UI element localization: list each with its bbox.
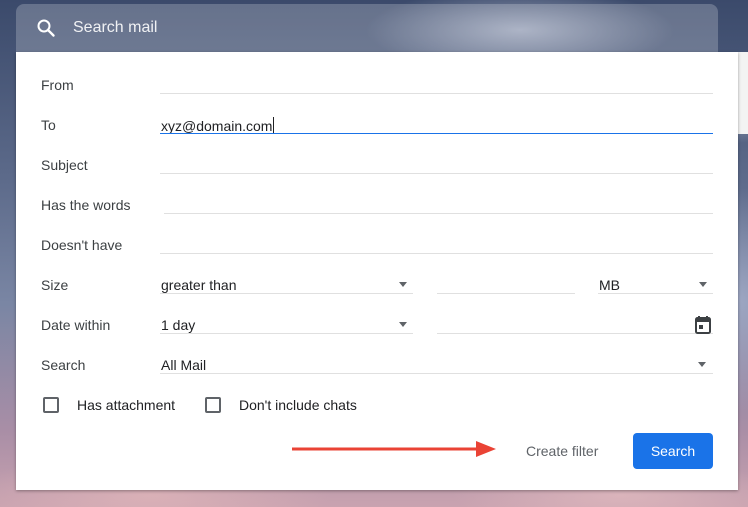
search-bar[interactable]: Search mail bbox=[16, 4, 718, 52]
arrow-annotation-icon bbox=[292, 441, 496, 457]
exclude-chats-label[interactable]: Don't include chats bbox=[239, 397, 357, 413]
date-field[interactable] bbox=[437, 333, 713, 334]
doesnt-have-label: Doesn't have bbox=[41, 237, 123, 253]
search-in-label: Search bbox=[41, 357, 86, 373]
search-icon[interactable] bbox=[36, 18, 56, 38]
size-label: Size bbox=[41, 277, 69, 293]
dropdown-arrow-icon[interactable] bbox=[698, 362, 706, 367]
subject-field[interactable] bbox=[160, 173, 713, 174]
create-filter-button[interactable]: Create filter bbox=[526, 443, 598, 459]
search-input[interactable]: Search mail bbox=[73, 19, 157, 37]
doesnt-have-field[interactable] bbox=[160, 253, 713, 254]
has-words-label: Has the words bbox=[41, 197, 131, 213]
dropdown-arrow-icon[interactable] bbox=[699, 282, 707, 287]
to-label: To bbox=[41, 117, 56, 133]
from-field[interactable] bbox=[160, 93, 713, 94]
dropdown-arrow-icon[interactable] bbox=[399, 282, 407, 287]
subject-label: Subject bbox=[41, 157, 88, 173]
size-operator-select[interactable]: greater than bbox=[161, 277, 237, 293]
size-unit-select[interactable]: MB bbox=[599, 277, 620, 293]
has-attachment-checkbox[interactable] bbox=[43, 397, 59, 413]
advanced-search-panel: From To xyz@domain.com Subject Has the w… bbox=[16, 52, 738, 490]
search-in-select[interactable]: All Mail bbox=[161, 357, 206, 373]
has-words-field[interactable] bbox=[164, 213, 713, 214]
to-field-value[interactable]: xyz@domain.com bbox=[161, 117, 275, 134]
date-within-underline bbox=[160, 333, 413, 334]
to-field[interactable] bbox=[160, 133, 713, 134]
from-label: From bbox=[41, 77, 74, 93]
background-app-edge bbox=[738, 52, 748, 134]
size-amount-field[interactable] bbox=[437, 293, 575, 294]
size-unit-underline bbox=[598, 293, 713, 294]
size-operator-underline bbox=[160, 293, 413, 294]
search-button[interactable]: Search bbox=[633, 433, 713, 469]
dropdown-arrow-icon[interactable] bbox=[399, 322, 407, 327]
has-attachment-label[interactable]: Has attachment bbox=[77, 397, 175, 413]
date-within-label: Date within bbox=[41, 317, 111, 333]
text-caret bbox=[273, 117, 275, 134]
search-in-underline bbox=[160, 373, 713, 374]
date-within-select[interactable]: 1 day bbox=[161, 317, 195, 333]
calendar-icon[interactable] bbox=[695, 316, 711, 339]
exclude-chats-checkbox[interactable] bbox=[205, 397, 221, 413]
